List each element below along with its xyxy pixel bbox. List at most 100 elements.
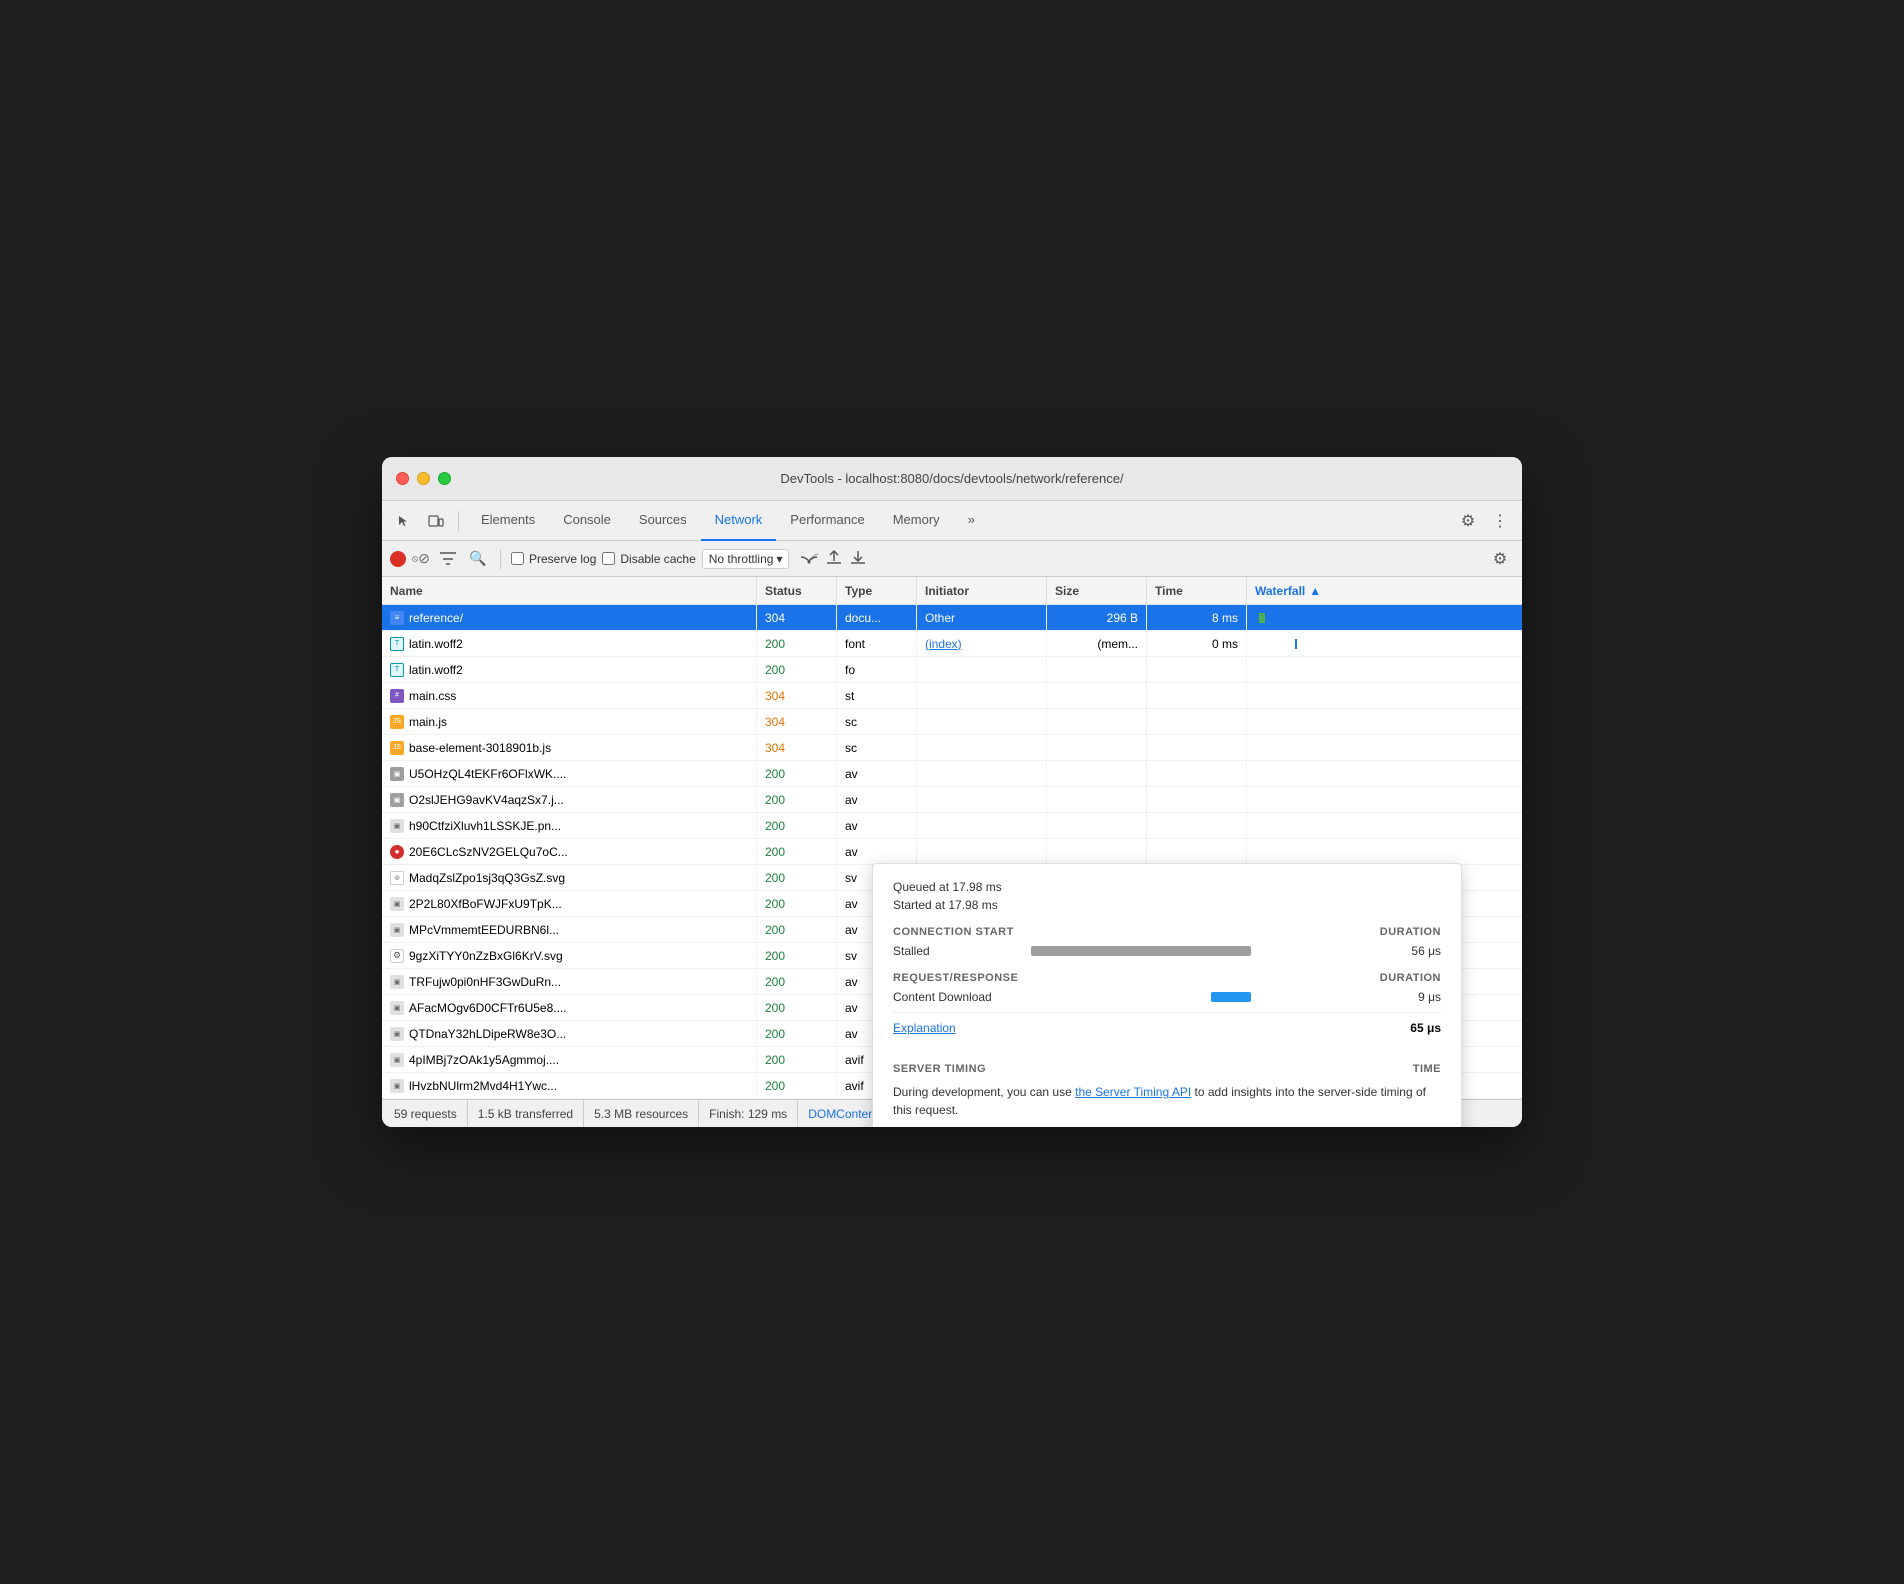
sort-arrow-icon: ▲ xyxy=(1309,584,1321,598)
row-status-cell: 200 xyxy=(757,839,837,864)
row-status-cell: 200 xyxy=(757,1021,837,1046)
timing-popup: Queued at 17.98 ms Started at 17.98 ms C… xyxy=(872,863,1462,1127)
row-initiator-cell xyxy=(917,683,1047,708)
col-time[interactable]: Time xyxy=(1147,577,1247,604)
row-waterfall-cell xyxy=(1247,657,1522,682)
connection-start-header: Connection Start DURATION xyxy=(893,926,1441,938)
search-icon[interactable]: 🔍 xyxy=(466,547,490,571)
row-name-cell: ⊘ MadqZslZpo1sj3qQ3GsZ.svg xyxy=(382,865,757,890)
row-status-cell: 200 xyxy=(757,657,837,682)
tab-more[interactable]: » xyxy=(954,501,989,541)
total-duration: 65 μs xyxy=(1381,1021,1441,1035)
toolbar-actions: ⚙ ⋮ xyxy=(1454,507,1514,535)
row-time-cell xyxy=(1147,683,1247,708)
device-toolbar-icon[interactable] xyxy=(422,507,450,535)
row-waterfall-cell xyxy=(1247,709,1522,734)
explanation-link[interactable]: Explanation xyxy=(893,1021,956,1035)
row-status-cell: 304 xyxy=(757,709,837,734)
row-waterfall-cell xyxy=(1247,631,1522,656)
col-name[interactable]: Name xyxy=(382,577,757,604)
traffic-lights xyxy=(396,472,451,485)
img-icon: ▣ xyxy=(390,1053,404,1067)
throttle-select[interactable]: No throttling ▾ xyxy=(702,549,790,569)
js-icon: JS xyxy=(390,715,404,729)
request-response-header: Request/Response DURATION xyxy=(893,972,1441,984)
table-row[interactable]: ▣ O2slJEHG9avKV4aqzSx7.j... 200 av xyxy=(382,787,1522,813)
table-row[interactable]: ▣ h90CtfziXluvh1LSSKJE.pn... 200 av xyxy=(382,813,1522,839)
tab-console[interactable]: Console xyxy=(549,501,625,541)
resources-size: 5.3 MB resources xyxy=(584,1100,699,1127)
record-button[interactable] xyxy=(390,551,406,567)
row-type-cell: av xyxy=(837,839,917,864)
img-icon: ▣ xyxy=(390,897,404,911)
row-status-cell: 200 xyxy=(757,813,837,838)
server-timing-api-link[interactable]: the Server Timing API xyxy=(1075,1085,1191,1099)
disable-cache-checkbox[interactable]: Disable cache xyxy=(602,552,695,566)
row-time-cell xyxy=(1147,761,1247,786)
preserve-log-checkbox[interactable]: Preserve log xyxy=(511,552,596,566)
stop-recording-icon[interactable] xyxy=(412,550,430,568)
col-size[interactable]: Size xyxy=(1047,577,1147,604)
filter-icon[interactable] xyxy=(436,547,460,571)
row-type-cell: font xyxy=(837,631,917,656)
finish-time: Finish: 129 ms xyxy=(699,1100,798,1127)
waterfall-bar xyxy=(1255,631,1301,656)
table-row[interactable]: # main.css 304 st xyxy=(382,683,1522,709)
toolbar-separator-1 xyxy=(458,511,459,531)
row-initiator-cell xyxy=(917,657,1047,682)
col-status[interactable]: Status xyxy=(757,577,837,604)
tab-sources[interactable]: Sources xyxy=(625,501,701,541)
font-icon: T xyxy=(390,637,404,651)
col-waterfall[interactable]: Waterfall ▲ xyxy=(1247,577,1522,604)
table-row[interactable]: JS base-element-3018901b.js 304 sc xyxy=(382,735,1522,761)
row-waterfall-cell xyxy=(1247,813,1522,838)
settings-icon[interactable]: ⚙ xyxy=(1454,507,1482,535)
img-icon: ▣ xyxy=(390,923,404,937)
row-type-cell: sc xyxy=(837,709,917,734)
row-initiator-cell: Other xyxy=(917,605,1047,630)
more-options-icon[interactable]: ⋮ xyxy=(1486,507,1514,535)
table-row[interactable]: ● 20E6CLcSzNV2GELQu7oC... 200 av xyxy=(382,839,1522,865)
row-name-cell: ▣ 2P2L80XfBoFWJFxU9TpK... xyxy=(382,891,757,916)
maximize-button[interactable] xyxy=(438,472,451,485)
row-name-cell: ⚙ 9gzXiTYY0nZzBxGl6KrV.svg xyxy=(382,943,757,968)
table-row[interactable]: ≡ reference/ 304 docu... Other 296 B 8 m… xyxy=(382,605,1522,631)
table-row[interactable]: ▣ U5OHzQL4tEKFr6OFlxWK.... 200 av xyxy=(382,761,1522,787)
col-initiator[interactable]: Initiator xyxy=(917,577,1047,604)
row-name-cell: ● 20E6CLcSzNV2GELQu7oC... xyxy=(382,839,757,864)
row-status-cell: 304 xyxy=(757,683,837,708)
content-download-row: Content Download 9 μs xyxy=(893,990,1441,1004)
stalled-bar xyxy=(1031,946,1251,956)
cursor-icon[interactable] xyxy=(390,507,418,535)
tab-memory[interactable]: Memory xyxy=(879,501,954,541)
table-row[interactable]: JS main.js 304 sc xyxy=(382,709,1522,735)
tab-performance[interactable]: Performance xyxy=(776,501,878,541)
table-row[interactable]: T latin.woff2 200 fo xyxy=(382,657,1522,683)
tab-network[interactable]: Network xyxy=(701,501,777,541)
stalled-duration: 56 μs xyxy=(1381,944,1441,958)
filter-separator xyxy=(500,549,501,569)
row-type-cell: av xyxy=(837,813,917,838)
started-at-info: Started at 17.98 ms xyxy=(893,898,1441,912)
red-dot-icon: ● xyxy=(390,845,404,859)
row-name-cell: ≡ reference/ xyxy=(382,605,757,630)
row-name-cell: T latin.woff2 xyxy=(382,657,757,682)
row-status-cell: 200 xyxy=(757,969,837,994)
col-type[interactable]: Type xyxy=(837,577,917,604)
tab-elements[interactable]: Elements xyxy=(467,501,549,541)
row-type-cell: fo xyxy=(837,657,917,682)
window-title: DevTools - localhost:8080/docs/devtools/… xyxy=(780,471,1123,486)
minimize-button[interactable] xyxy=(417,472,430,485)
row-initiator-cell: (index) xyxy=(917,631,1047,656)
img-icon: ▣ xyxy=(390,1079,404,1093)
close-button[interactable] xyxy=(396,472,409,485)
row-status-cell: 200 xyxy=(757,995,837,1020)
content-download-bar-area xyxy=(1031,991,1373,1003)
table-row[interactable]: T latin.woff2 200 font (index) (mem... 0… xyxy=(382,631,1522,657)
explanation-link-container: Explanation xyxy=(893,1021,1023,1035)
row-name-cell: ▣ 4pIMBj7zOAk1y5Agmmoj.... xyxy=(382,1047,757,1072)
row-name-cell: ▣ lHvzbNUlrm2Mvd4H1Ywc... xyxy=(382,1073,757,1098)
network-settings-icon[interactable]: ⚙ xyxy=(1486,545,1514,573)
column-headers: Name Status Type Initiator Size Time Wat… xyxy=(382,577,1522,605)
row-type-cell: av xyxy=(837,787,917,812)
